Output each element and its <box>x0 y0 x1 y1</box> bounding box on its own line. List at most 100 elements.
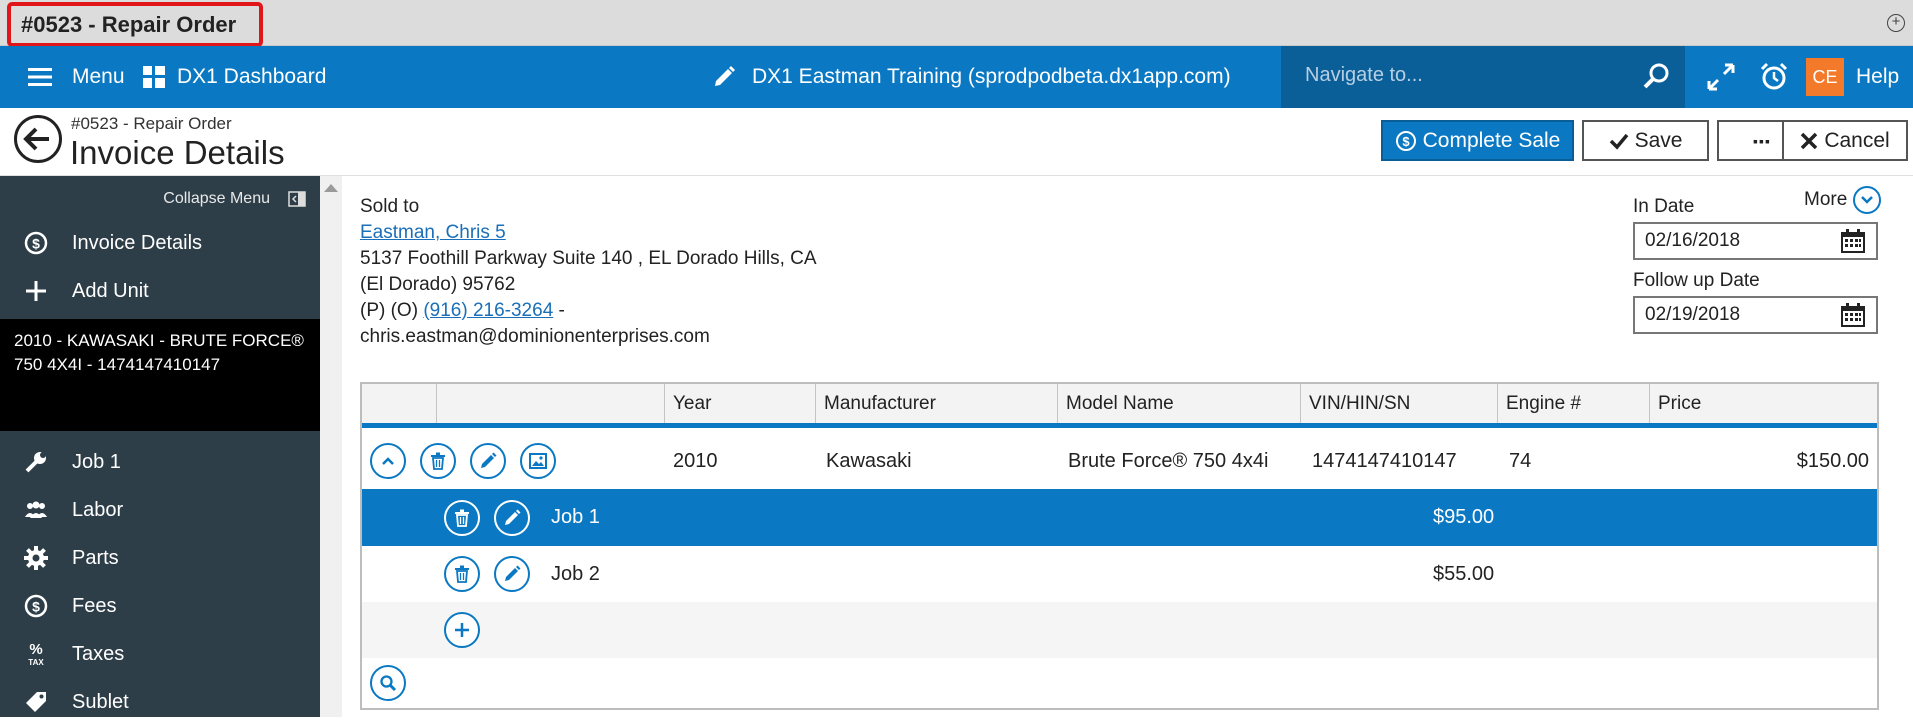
customer-address-line2: (El Dorado) 95762 <box>360 274 516 295</box>
phone-prefix: (P) (O) <box>360 300 419 321</box>
header-cell-blank <box>437 384 665 423</box>
menu-button[interactable]: Menu <box>28 46 125 108</box>
units-grid: Year Manufacturer Model Name VIN/HIN/SN … <box>360 382 1879 710</box>
unit-model: Brute Force® 750 4x4i <box>1068 449 1269 472</box>
save-label: Save <box>1634 128 1683 152</box>
svg-text:$: $ <box>1402 134 1410 149</box>
percent-tax-icon: % TAX <box>0 641 72 667</box>
calendar-icon[interactable] <box>1840 302 1866 328</box>
phone-suffix: - <box>558 300 565 321</box>
trash-icon <box>455 565 469 583</box>
sidebar-item-job-1[interactable]: Job 1 <box>0 438 320 486</box>
chevron-up-icon <box>382 457 394 465</box>
collapse-menu-label: Collapse Menu <box>163 190 270 207</box>
cancel-button[interactable]: Cancel <box>1782 120 1908 161</box>
dashboard-grid-icon <box>143 66 165 88</box>
dashboard-button[interactable]: DX1 Dashboard <box>143 46 326 108</box>
page-subtitle: #0523 - Repair Order <box>71 114 232 133</box>
top-nav: Menu DX1 Dashboard DX1 Eastman Training … <box>0 46 1913 108</box>
search-icon[interactable] <box>1641 61 1671 91</box>
sidebar-item-label: Job 1 <box>72 450 121 473</box>
dollar-circle-icon: $ <box>1395 130 1416 151</box>
column-header-price[interactable]: Price <box>1650 384 1877 423</box>
unit-row[interactable]: 2010 Kawasaki Brute Force® 750 4x4i 1474… <box>362 433 1877 489</box>
sidebar-item-labor[interactable]: Labor <box>0 486 320 534</box>
sold-to-label: Sold to <box>360 196 420 217</box>
pencil-icon <box>715 66 735 86</box>
save-button[interactable]: Save <box>1582 120 1709 161</box>
add-job-button[interactable] <box>444 602 480 658</box>
gear-icon <box>0 545 72 571</box>
in-date-label: In Date <box>1633 196 1695 217</box>
add-tab-icon[interactable]: + <box>1887 14 1905 32</box>
collapse-row-button[interactable] <box>370 433 406 489</box>
pencil-icon <box>481 452 497 468</box>
unit-price: $150.00 <box>1796 449 1869 472</box>
edit-job-button[interactable] <box>494 489 530 546</box>
in-date-value: 02/16/2018 <box>1645 230 1741 251</box>
alarm-clock-icon <box>1760 62 1788 90</box>
sidebar-item-label: Parts <box>72 546 119 569</box>
unit-year: 2010 <box>673 449 718 472</box>
cancel-label: Cancel <box>1824 128 1890 152</box>
sidebar-item-fees[interactable]: $ Fees <box>0 582 320 630</box>
navigate-search-input[interactable]: Navigate to... <box>1281 46 1685 108</box>
svg-text:$: $ <box>32 236 40 252</box>
edit-job-button[interactable] <box>494 546 530 602</box>
plus-icon <box>455 623 469 637</box>
job-row[interactable]: Job 2 $55.00 <box>362 546 1877 602</box>
in-date-field[interactable]: 02/16/2018 <box>1633 222 1878 260</box>
svg-text:%: % <box>29 641 42 658</box>
column-header-engine[interactable]: Engine # <box>1498 384 1650 423</box>
page-header: #0523 - Repair Order Invoice Details $ C… <box>0 108 1913 176</box>
svg-text:TAX: TAX <box>28 658 44 667</box>
column-header-model-name[interactable]: Model Name <box>1058 384 1301 423</box>
help-link[interactable]: Help <box>1856 46 1899 108</box>
alarm-button[interactable] <box>1759 46 1789 108</box>
job-name: Job 1 <box>551 506 600 528</box>
calendar-icon[interactable] <box>1840 228 1866 254</box>
sidebar-item-parts[interactable]: Parts <box>0 534 320 582</box>
sidebar-unit-item[interactable]: 2010 - KAWASAKI - BRUTE FORCE® 750 4X4I … <box>0 319 320 431</box>
sidebar-item-sublet[interactable]: Sublet <box>0 678 320 726</box>
dates-section: In Date 02/16/2018 Follow up Date 02/19/… <box>1633 196 1878 344</box>
dashboard-label: DX1 Dashboard <box>177 65 327 88</box>
vertical-scrollbar[interactable] <box>320 176 342 717</box>
complete-sale-button[interactable]: $ Complete Sale <box>1381 120 1574 161</box>
unit-manufacturer: Kawasaki <box>826 449 912 472</box>
delete-job-button[interactable] <box>444 546 480 602</box>
svg-text:$: $ <box>32 599 40 615</box>
user-avatar[interactable]: CE <box>1806 46 1844 108</box>
column-header-year[interactable]: Year <box>665 384 816 423</box>
delete-unit-button[interactable] <box>420 433 456 489</box>
back-button[interactable] <box>14 115 62 163</box>
ellipsis-icon: ▪▪▪ <box>1753 132 1771 149</box>
job-row[interactable]: Job 1 $95.00 <box>362 489 1877 546</box>
edit-unit-button[interactable] <box>470 433 506 489</box>
sidebar-item-invoice-details[interactable]: $ Invoice Details <box>0 219 320 267</box>
expand-icon <box>1707 63 1735 91</box>
search-units-button[interactable] <box>370 658 406 708</box>
follow-up-date-field[interactable]: 02/19/2018 <box>1633 296 1878 334</box>
scroll-up-arrow-icon[interactable] <box>324 184 338 192</box>
unit-image-button[interactable] <box>520 433 556 489</box>
title-bar: #0523 - Repair Order + <box>0 0 1913 47</box>
site-selector[interactable]: DX1 Eastman Training (sprodpodbeta.dx1ap… <box>712 46 1231 108</box>
sidebar-item-label: Sublet <box>72 690 129 713</box>
collapse-menu-button[interactable]: Collapse Menu <box>163 190 306 208</box>
search-icon <box>380 675 397 692</box>
sidebar-item-taxes[interactable]: % TAX Taxes <box>0 630 320 678</box>
dollar-circle-icon: $ <box>0 594 72 618</box>
follow-up-date-label: Follow up Date <box>1633 270 1760 291</box>
customer-phone-link[interactable]: (916) 216-3264 <box>423 300 553 321</box>
job-amount: $95.00 <box>1433 506 1495 528</box>
sidebar-item-label: Taxes <box>72 642 125 665</box>
navigate-placeholder: Navigate to... <box>1305 64 1423 86</box>
sidebar-item-add-unit[interactable]: Add Unit <box>0 267 320 315</box>
sidebar-item-label: Labor <box>72 498 124 521</box>
customer-name-link[interactable]: Eastman, Chris 5 <box>360 222 506 243</box>
delete-job-button[interactable] <box>444 489 480 546</box>
fullscreen-button[interactable] <box>1707 46 1735 108</box>
column-header-manufacturer[interactable]: Manufacturer <box>816 384 1058 423</box>
column-header-vin[interactable]: VIN/HIN/SN <box>1301 384 1498 423</box>
